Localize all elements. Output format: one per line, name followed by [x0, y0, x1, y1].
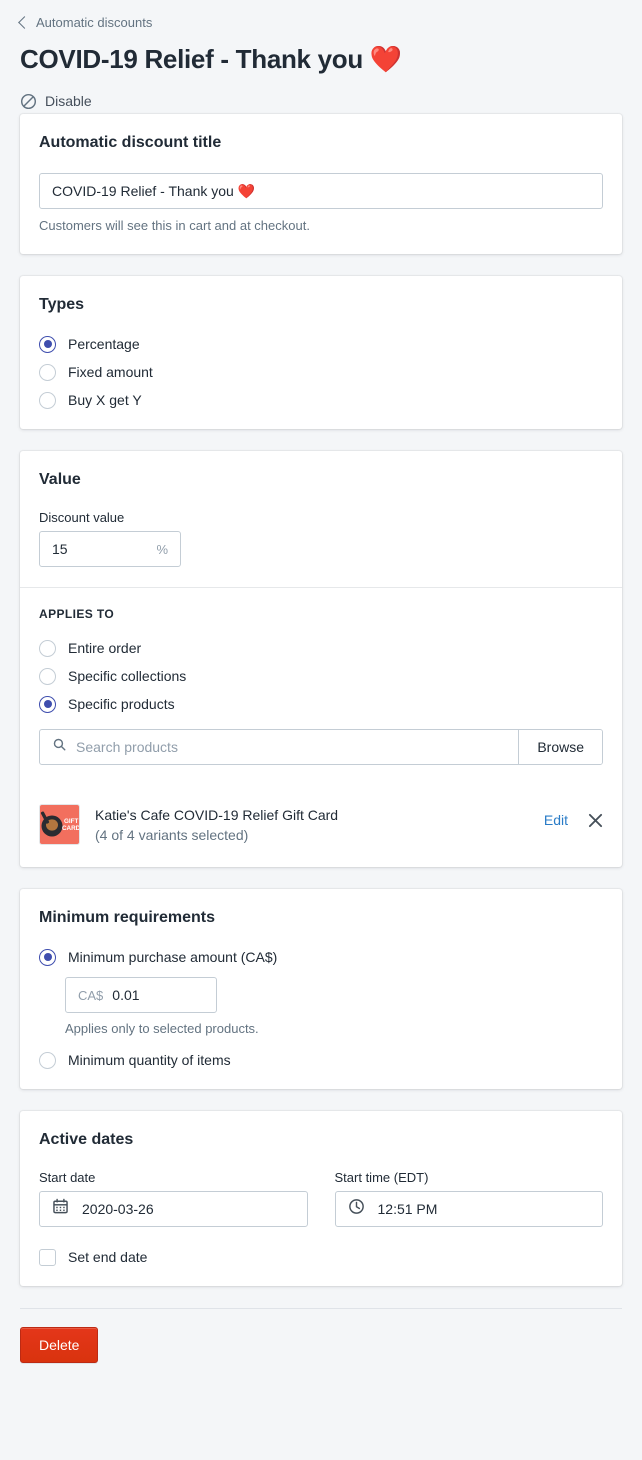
page-header: Automatic discounts COVID-19 Relief - Th…: [0, 0, 642, 114]
page-title: COVID-19 Relief - Thank you ❤️: [20, 44, 402, 74]
radio-option-buy-x-get-y[interactable]: Buy X get Y: [39, 391, 603, 409]
radio-label-percentage: Percentage: [68, 336, 140, 352]
automatic-discount-title-card: Automatic discount title COVID-19 Relief…: [20, 114, 622, 254]
applies-to-section: APPLIES TO Entire order Specific collect…: [20, 587, 622, 785]
calendar-icon: [52, 1198, 69, 1220]
radio-icon-fixed-amount[interactable]: [39, 363, 56, 381]
minimum-amount-value: 0.01: [112, 987, 140, 1003]
disable-label: Disable: [45, 92, 92, 109]
radio-option-minimum-purchase-amount[interactable]: Minimum purchase amount (CA$): [39, 948, 603, 966]
currency-prefix: CA$: [78, 987, 104, 1003]
start-time-label: Start time (EDT): [334, 1170, 429, 1185]
discount-title-help-text: Customers will see this in cart and at c…: [39, 218, 310, 233]
radio-option-minimum-quantity[interactable]: Minimum quantity of items: [39, 1051, 603, 1069]
radio-option-entire-order[interactable]: Entire order: [39, 639, 603, 657]
start-date-label: Start date: [39, 1170, 96, 1185]
start-time-input[interactable]: 12:51 PM: [334, 1191, 603, 1227]
radio-icon-specific-products[interactable]: [39, 695, 56, 713]
minimum-amount-help-text: Applies only to selected products.: [65, 1021, 259, 1036]
breadcrumb-label: Automatic discounts: [36, 14, 153, 30]
gift-card-thumbnail: GIFT CARD: [39, 804, 80, 845]
radio-label-buy-x-get-y: Buy X get Y: [68, 392, 142, 408]
search-icon: [52, 737, 67, 757]
disable-circle-slash-icon: [20, 93, 37, 110]
clock-icon: [348, 1198, 365, 1220]
start-date-input[interactable]: 2020-03-26: [39, 1191, 308, 1227]
radio-label-fixed-amount: Fixed amount: [68, 364, 153, 380]
footer-actions: Delete: [0, 1309, 642, 1401]
breadcrumb-automatic-discounts[interactable]: Automatic discounts: [18, 14, 153, 31]
card-title-types: Types: [39, 296, 85, 313]
radio-label-entire-order: Entire order: [68, 640, 142, 656]
minimum-amount-input[interactable]: CA$ 0.01: [65, 977, 217, 1013]
svg-text:GIFT: GIFT: [64, 818, 78, 825]
card-title-value: Value: [39, 471, 81, 488]
product-name: Katie's Cafe COVID-19 Relief Gift Card: [95, 807, 339, 823]
radio-option-fixed-amount[interactable]: Fixed amount: [39, 363, 603, 381]
minimum-requirements-card: Minimum requirements Minimum purchase am…: [20, 889, 622, 1089]
applies-to-choice-list: Entire order Specific collections Specif…: [39, 639, 603, 713]
close-icon[interactable]: [588, 813, 603, 828]
selected-product-row: GIFT CARD Katie's Cafe COVID-19 Relief G…: [20, 785, 622, 867]
radio-icon-buy-x-get-y[interactable]: [39, 391, 56, 409]
radio-label-minimum-quantity: Minimum quantity of items: [68, 1052, 231, 1068]
discount-value-input[interactable]: 15 %: [39, 531, 181, 567]
disable-button[interactable]: Disable: [20, 92, 92, 110]
card-title-active-dates: Active dates: [39, 1131, 134, 1148]
radio-icon-specific-collections[interactable]: [39, 667, 56, 685]
radio-option-percentage[interactable]: Percentage: [39, 335, 603, 353]
applies-to-subheading: APPLIES TO: [39, 607, 115, 621]
edit-product-link[interactable]: Edit: [544, 812, 568, 828]
start-time-value: 12:51 PM: [377, 1201, 438, 1217]
radio-icon-percentage[interactable]: [39, 335, 56, 353]
start-date-value: 2020-03-26: [82, 1201, 154, 1217]
value-card: Value Discount value 15 % APPLIES TO Ent…: [20, 451, 622, 867]
product-variants-count: (4 of 4 variants selected): [95, 827, 249, 843]
browse-button[interactable]: Browse: [518, 730, 602, 764]
delete-button[interactable]: Delete: [20, 1327, 99, 1363]
radio-label-specific-products: Specific products: [68, 696, 175, 712]
discount-value-text: 15: [52, 541, 68, 557]
card-title-discount-title: Automatic discount title: [39, 134, 222, 151]
product-search-row: Search products Browse: [39, 729, 603, 765]
date-time-row: Start date 2020-03-26 Start time (EDT) 1…: [39, 1170, 603, 1227]
checkbox-option-set-end-date[interactable]: Set end date: [39, 1248, 603, 1266]
types-choice-list: Percentage Fixed amount Buy X get Y: [39, 335, 603, 409]
svg-text:CARD: CARD: [62, 825, 79, 832]
discount-title-input[interactable]: COVID-19 Relief - Thank you ❤️: [39, 173, 603, 209]
types-card: Types Percentage Fixed amount Buy X get …: [20, 276, 622, 429]
radio-option-specific-collections[interactable]: Specific collections: [39, 667, 603, 685]
radio-icon-entire-order[interactable]: [39, 639, 56, 657]
search-products-input[interactable]: Search products: [40, 730, 518, 764]
radio-label-specific-collections: Specific collections: [68, 668, 187, 684]
chevron-left-icon: [18, 16, 31, 29]
discount-value-label: Discount value: [39, 510, 125, 525]
radio-option-specific-products[interactable]: Specific products: [39, 695, 603, 713]
percent-suffix: %: [156, 541, 168, 557]
checkbox-icon-set-end-date[interactable]: [39, 1248, 56, 1266]
radio-icon-minimum-quantity[interactable]: [39, 1051, 56, 1069]
radio-icon-minimum-purchase-amount[interactable]: [39, 948, 56, 966]
checkbox-label-set-end-date: Set end date: [68, 1249, 148, 1265]
card-title-minimum-requirements: Minimum requirements: [39, 909, 216, 926]
search-products-placeholder: Search products: [76, 739, 178, 755]
active-dates-card: Active dates Start date 2020-03-26 Start…: [20, 1111, 622, 1286]
radio-label-minimum-purchase-amount: Minimum purchase amount (CA$): [68, 949, 278, 965]
